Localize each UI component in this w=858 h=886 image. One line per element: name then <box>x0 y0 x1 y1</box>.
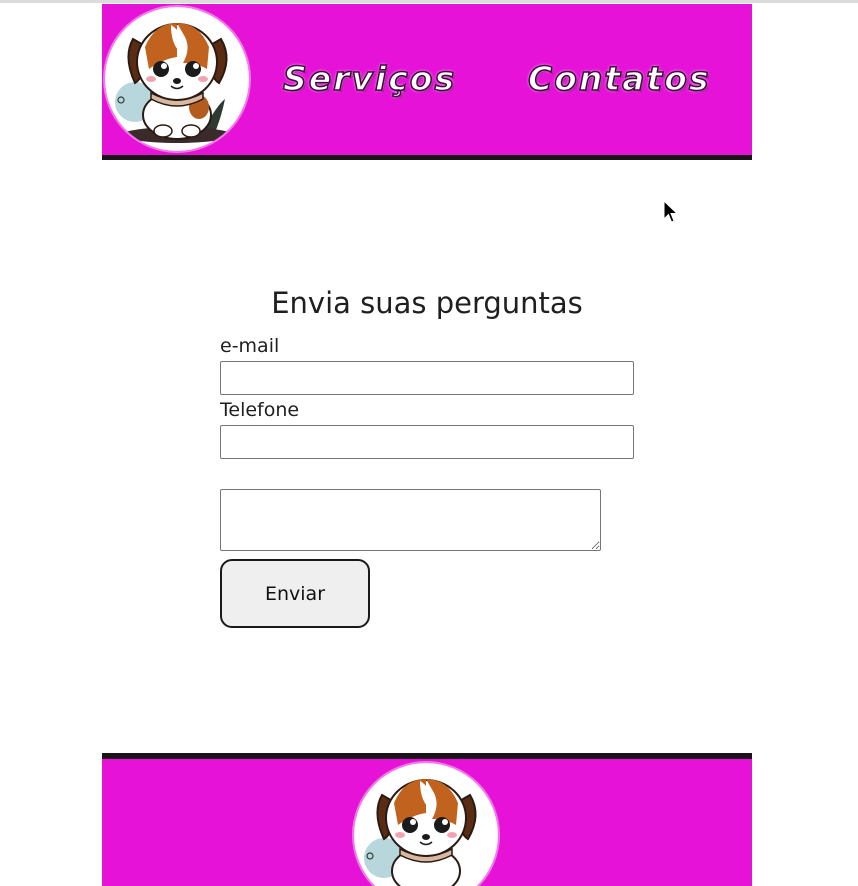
mouse-cursor-icon <box>663 200 679 223</box>
email-label: e-mail <box>220 335 280 357</box>
form-title: Envia suas perguntas <box>271 286 583 320</box>
email-field[interactable] <box>220 361 634 395</box>
browser-top-edge <box>0 0 858 3</box>
puppy-logo-icon <box>352 761 500 886</box>
page: Serviços Contatos Envia suas perguntas e… <box>102 4 752 886</box>
site-header: Serviços Contatos <box>102 4 752 160</box>
submit-button[interactable]: Enviar <box>220 559 370 628</box>
puppy-logo-icon[interactable] <box>103 5 251 153</box>
phone-field[interactable] <box>220 425 634 459</box>
phone-label: Telefone <box>220 399 300 421</box>
message-textarea[interactable] <box>220 489 601 551</box>
nav-link-contatos[interactable]: Contatos <box>527 58 711 99</box>
nav-link-servicos[interactable]: Serviços <box>282 58 456 99</box>
site-footer <box>102 753 752 886</box>
